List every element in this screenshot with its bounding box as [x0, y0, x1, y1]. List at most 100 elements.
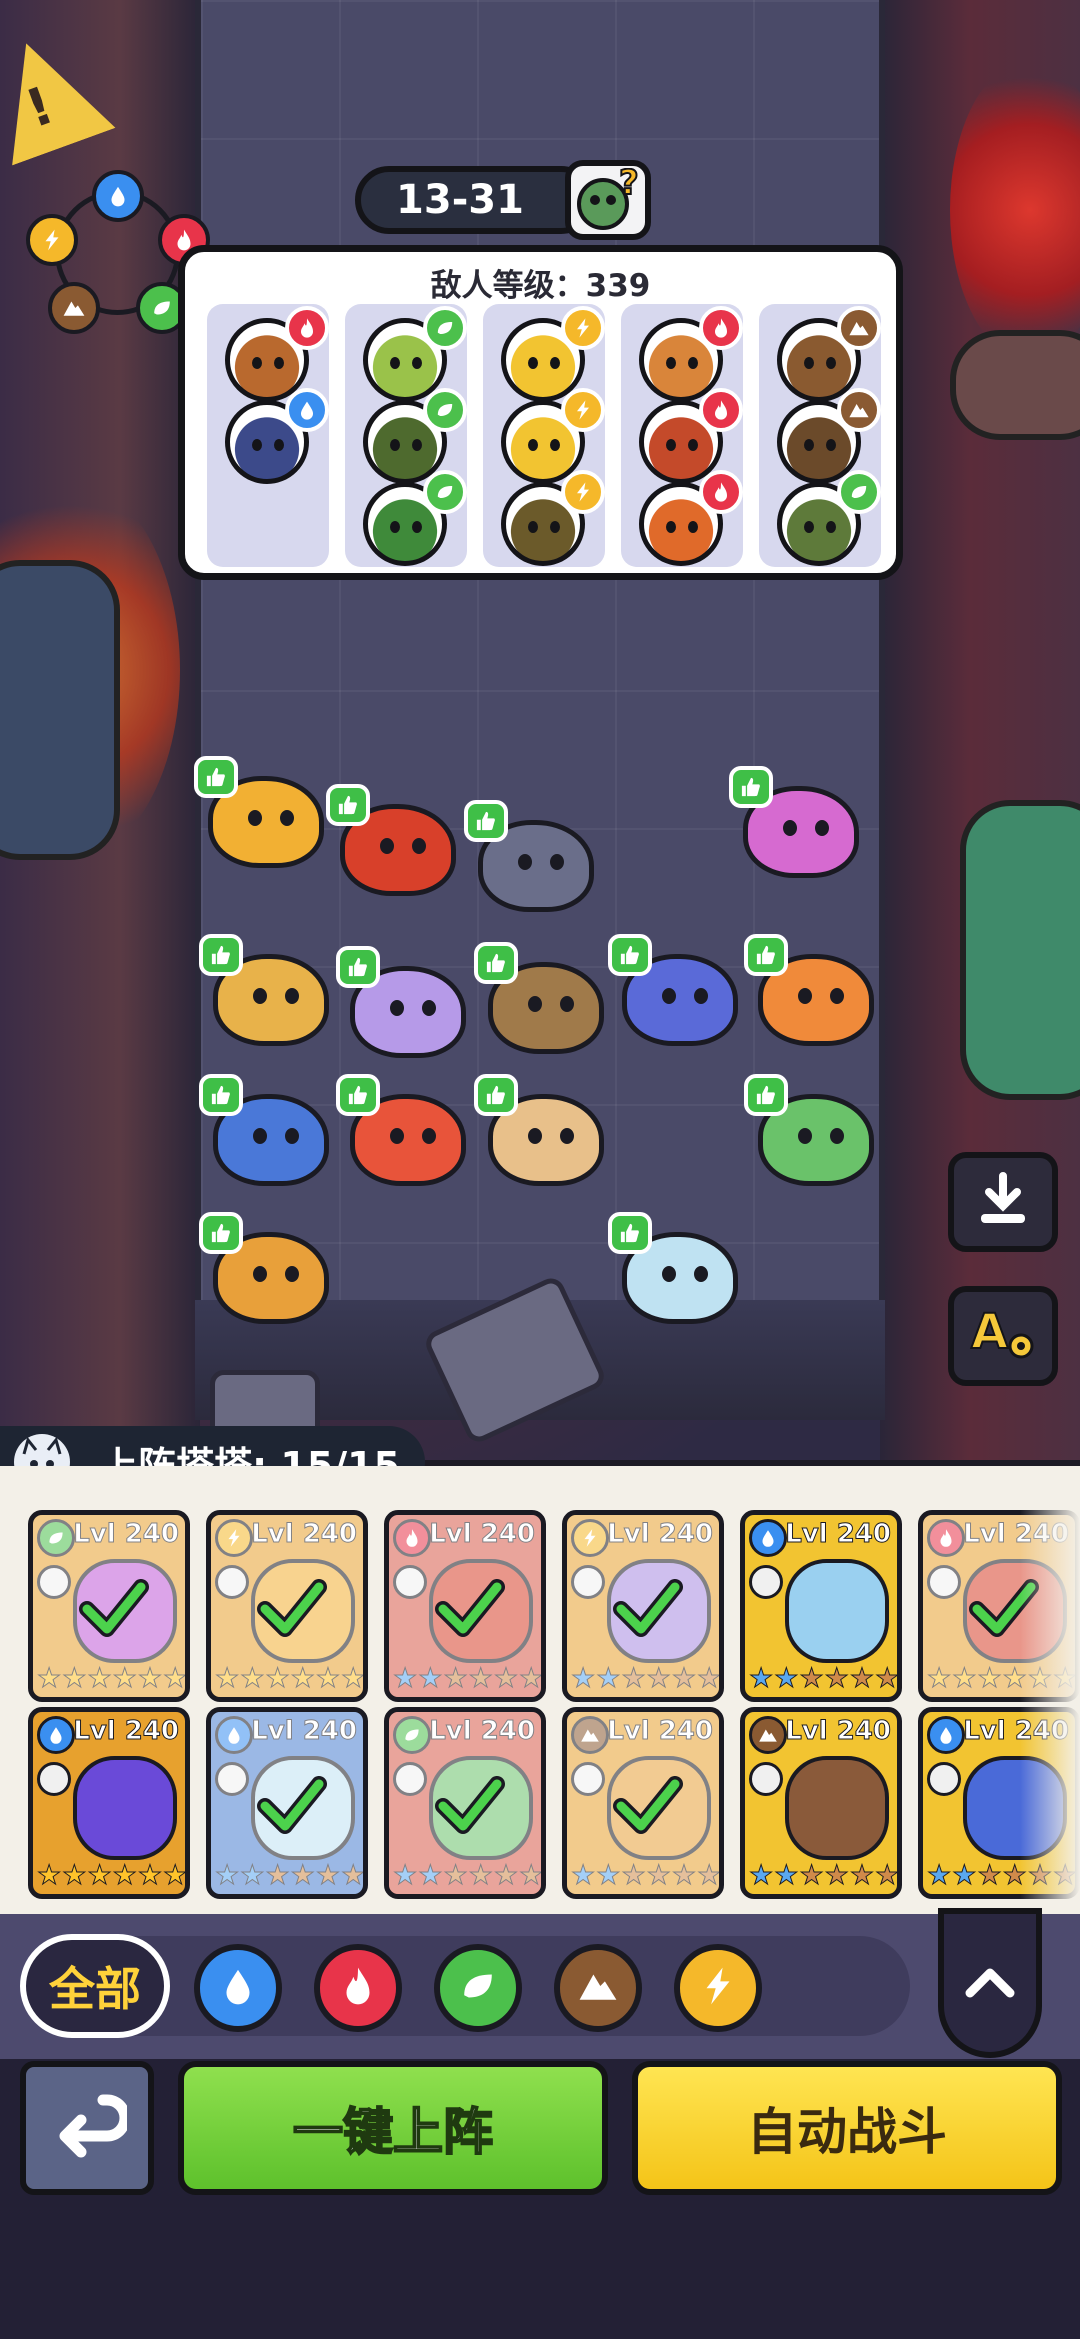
download-button[interactable]	[948, 1152, 1058, 1252]
battlefield: ! 13-31 ? 敌人等级：339 A	[0, 0, 1080, 1460]
hero-level: Lvl 240	[785, 1519, 892, 1550]
hero-level: Lvl 240	[785, 1716, 892, 1747]
star-icon: ★	[774, 1860, 799, 1892]
star-icon: ★	[163, 1860, 188, 1892]
return-arrow-icon	[47, 2086, 131, 2170]
star-icon: ★	[748, 1860, 774, 1892]
fire-element-icon	[699, 470, 743, 514]
unit-crab[interactable]	[608, 934, 742, 1050]
element-filter-bar: 全部	[0, 1908, 1080, 2059]
filter-grass-button[interactable]	[434, 1944, 522, 2032]
thumbs-up-icon	[199, 1074, 243, 1116]
unit-fire-beast[interactable]	[326, 784, 460, 900]
fire-element-icon	[699, 306, 743, 350]
thumbs-up-icon	[194, 756, 238, 798]
filter-earth-button[interactable]	[554, 1944, 642, 2032]
hero-card[interactable]: ★★★★★★Lvl 240	[562, 1510, 724, 1702]
collapse-panel-button[interactable]	[938, 1908, 1042, 2058]
star-icon: ★	[875, 1663, 900, 1695]
filter-water-button[interactable]	[194, 1944, 282, 2032]
thumbs-up-icon	[464, 800, 508, 842]
thumbs-up-icon	[474, 942, 518, 984]
unit-frog[interactable]	[744, 1074, 878, 1190]
hero-card[interactable]: ★★★★★★Lvl 240	[206, 1510, 368, 1702]
grass-element-icon	[837, 470, 881, 514]
earth-element-icon	[749, 1716, 787, 1754]
lightning-element-icon	[561, 470, 605, 514]
unit-rock-lizard[interactable]	[464, 800, 598, 916]
thumbs-up-icon	[336, 1074, 380, 1116]
unit-snake[interactable]	[474, 1074, 608, 1190]
auto-battle-button[interactable]: 自动战斗	[632, 2061, 1062, 2195]
enemy-preview-panel: 敌人等级：339	[178, 245, 903, 580]
filter-lightning-button[interactable]	[674, 1944, 762, 2032]
star-icon: ★	[824, 1860, 849, 1892]
enemy-column	[345, 304, 467, 567]
unit-star-cat[interactable]	[336, 946, 470, 1062]
filter-fire-button[interactable]	[314, 1944, 402, 2032]
one-click-deploy-button[interactable]: 一键上阵	[178, 2061, 608, 2195]
star-icon: ★	[952, 1860, 977, 1892]
lightning-element-icon	[561, 388, 605, 432]
water-element-icon	[927, 1716, 965, 1754]
star-icon: ★	[36, 1860, 62, 1892]
pipe-right	[950, 330, 1080, 440]
hero-portrait	[785, 1559, 889, 1663]
checkmark-icon	[255, 1571, 329, 1645]
hero-card[interactable]: ★★★★★★Lvl 240	[562, 1707, 724, 1899]
unit-fire-fox[interactable]	[744, 934, 878, 1050]
unit-sand-pup[interactable]	[199, 934, 333, 1050]
checkmark-icon	[77, 1571, 151, 1645]
unit-ice-cloud[interactable]	[608, 1212, 742, 1328]
unit-phoenix[interactable]	[336, 1074, 470, 1190]
svg-text:?: ?	[619, 168, 639, 203]
star-rating: ★★★★★★	[748, 1663, 900, 1695]
auto-settings-button[interactable]: A	[948, 1286, 1058, 1386]
fire-element-icon	[285, 306, 329, 350]
action-bar: 一键上阵 自动战斗	[0, 2059, 1080, 2339]
thumbs-up-icon	[199, 934, 243, 976]
thumbs-up-icon	[326, 784, 370, 826]
water-element-icon	[749, 1519, 787, 1557]
earth-element-icon	[48, 282, 100, 334]
auto-settings-icon: A	[967, 1302, 1039, 1370]
svg-text:A: A	[971, 1304, 1008, 1360]
download-icon	[973, 1170, 1033, 1234]
hero-card[interactable]: ★★★★★★Lvl 240	[740, 1510, 902, 1702]
checkmark-icon	[433, 1768, 507, 1842]
hero-card[interactable]: ★★★★★★Lvl 240	[384, 1707, 546, 1899]
grass-element-icon	[423, 470, 467, 514]
grass-element-icon	[423, 306, 467, 350]
stage-number: 13-31	[355, 166, 595, 234]
fire-element-icon	[335, 1963, 381, 2013]
unit-flower-fairy[interactable]	[729, 766, 863, 882]
hero-card[interactable]: ★★★★★★Lvl 240	[740, 1707, 902, 1899]
star-icon: ★	[137, 1860, 163, 1892]
lightning-element-icon	[26, 214, 78, 266]
unit-water-fox[interactable]	[199, 1074, 333, 1190]
star-rating: ★★★★★★	[36, 1860, 188, 1892]
stage-indicator: 13-31 ?	[355, 160, 655, 240]
thumbs-up-icon	[199, 1212, 243, 1254]
class-icon	[927, 1762, 961, 1796]
class-icon	[749, 1762, 783, 1796]
hero-card[interactable]: ★★★★★★Lvl 240	[28, 1510, 190, 1702]
back-button[interactable]	[20, 2061, 154, 2195]
thumbs-up-icon	[608, 1212, 652, 1254]
star-icon: ★	[799, 1663, 824, 1695]
hero-card-deck[interactable]: ★ ★ ★ ★ ★ ★ Lvl 240 ★ ★ ★ ★ ★ ★ Lvl 240 ★ ★ ★ ★ ★ ★ Lvl 24…	[0, 1466, 1080, 1914]
hero-card[interactable]: ★★★★★★Lvl 240	[206, 1707, 368, 1899]
star-icon: ★	[977, 1860, 1002, 1892]
boss-info-icon[interactable]: ?	[565, 160, 651, 240]
hero-card[interactable]: ★★★★★★Lvl 240	[384, 1510, 546, 1702]
unit-lion[interactable]	[194, 756, 328, 872]
unit-deer[interactable]	[199, 1212, 333, 1328]
checkmark-icon	[255, 1768, 329, 1842]
hero-card[interactable]: ★★★★★★Lvl 240	[28, 1707, 190, 1899]
water-element-icon	[37, 1716, 75, 1754]
filter-all-button[interactable]: 全部	[20, 1934, 170, 2038]
hero-portrait	[73, 1756, 177, 1860]
enemy-column	[759, 304, 881, 567]
unit-rock-turtle[interactable]	[474, 942, 608, 1058]
thumbs-up-icon	[474, 1074, 518, 1116]
